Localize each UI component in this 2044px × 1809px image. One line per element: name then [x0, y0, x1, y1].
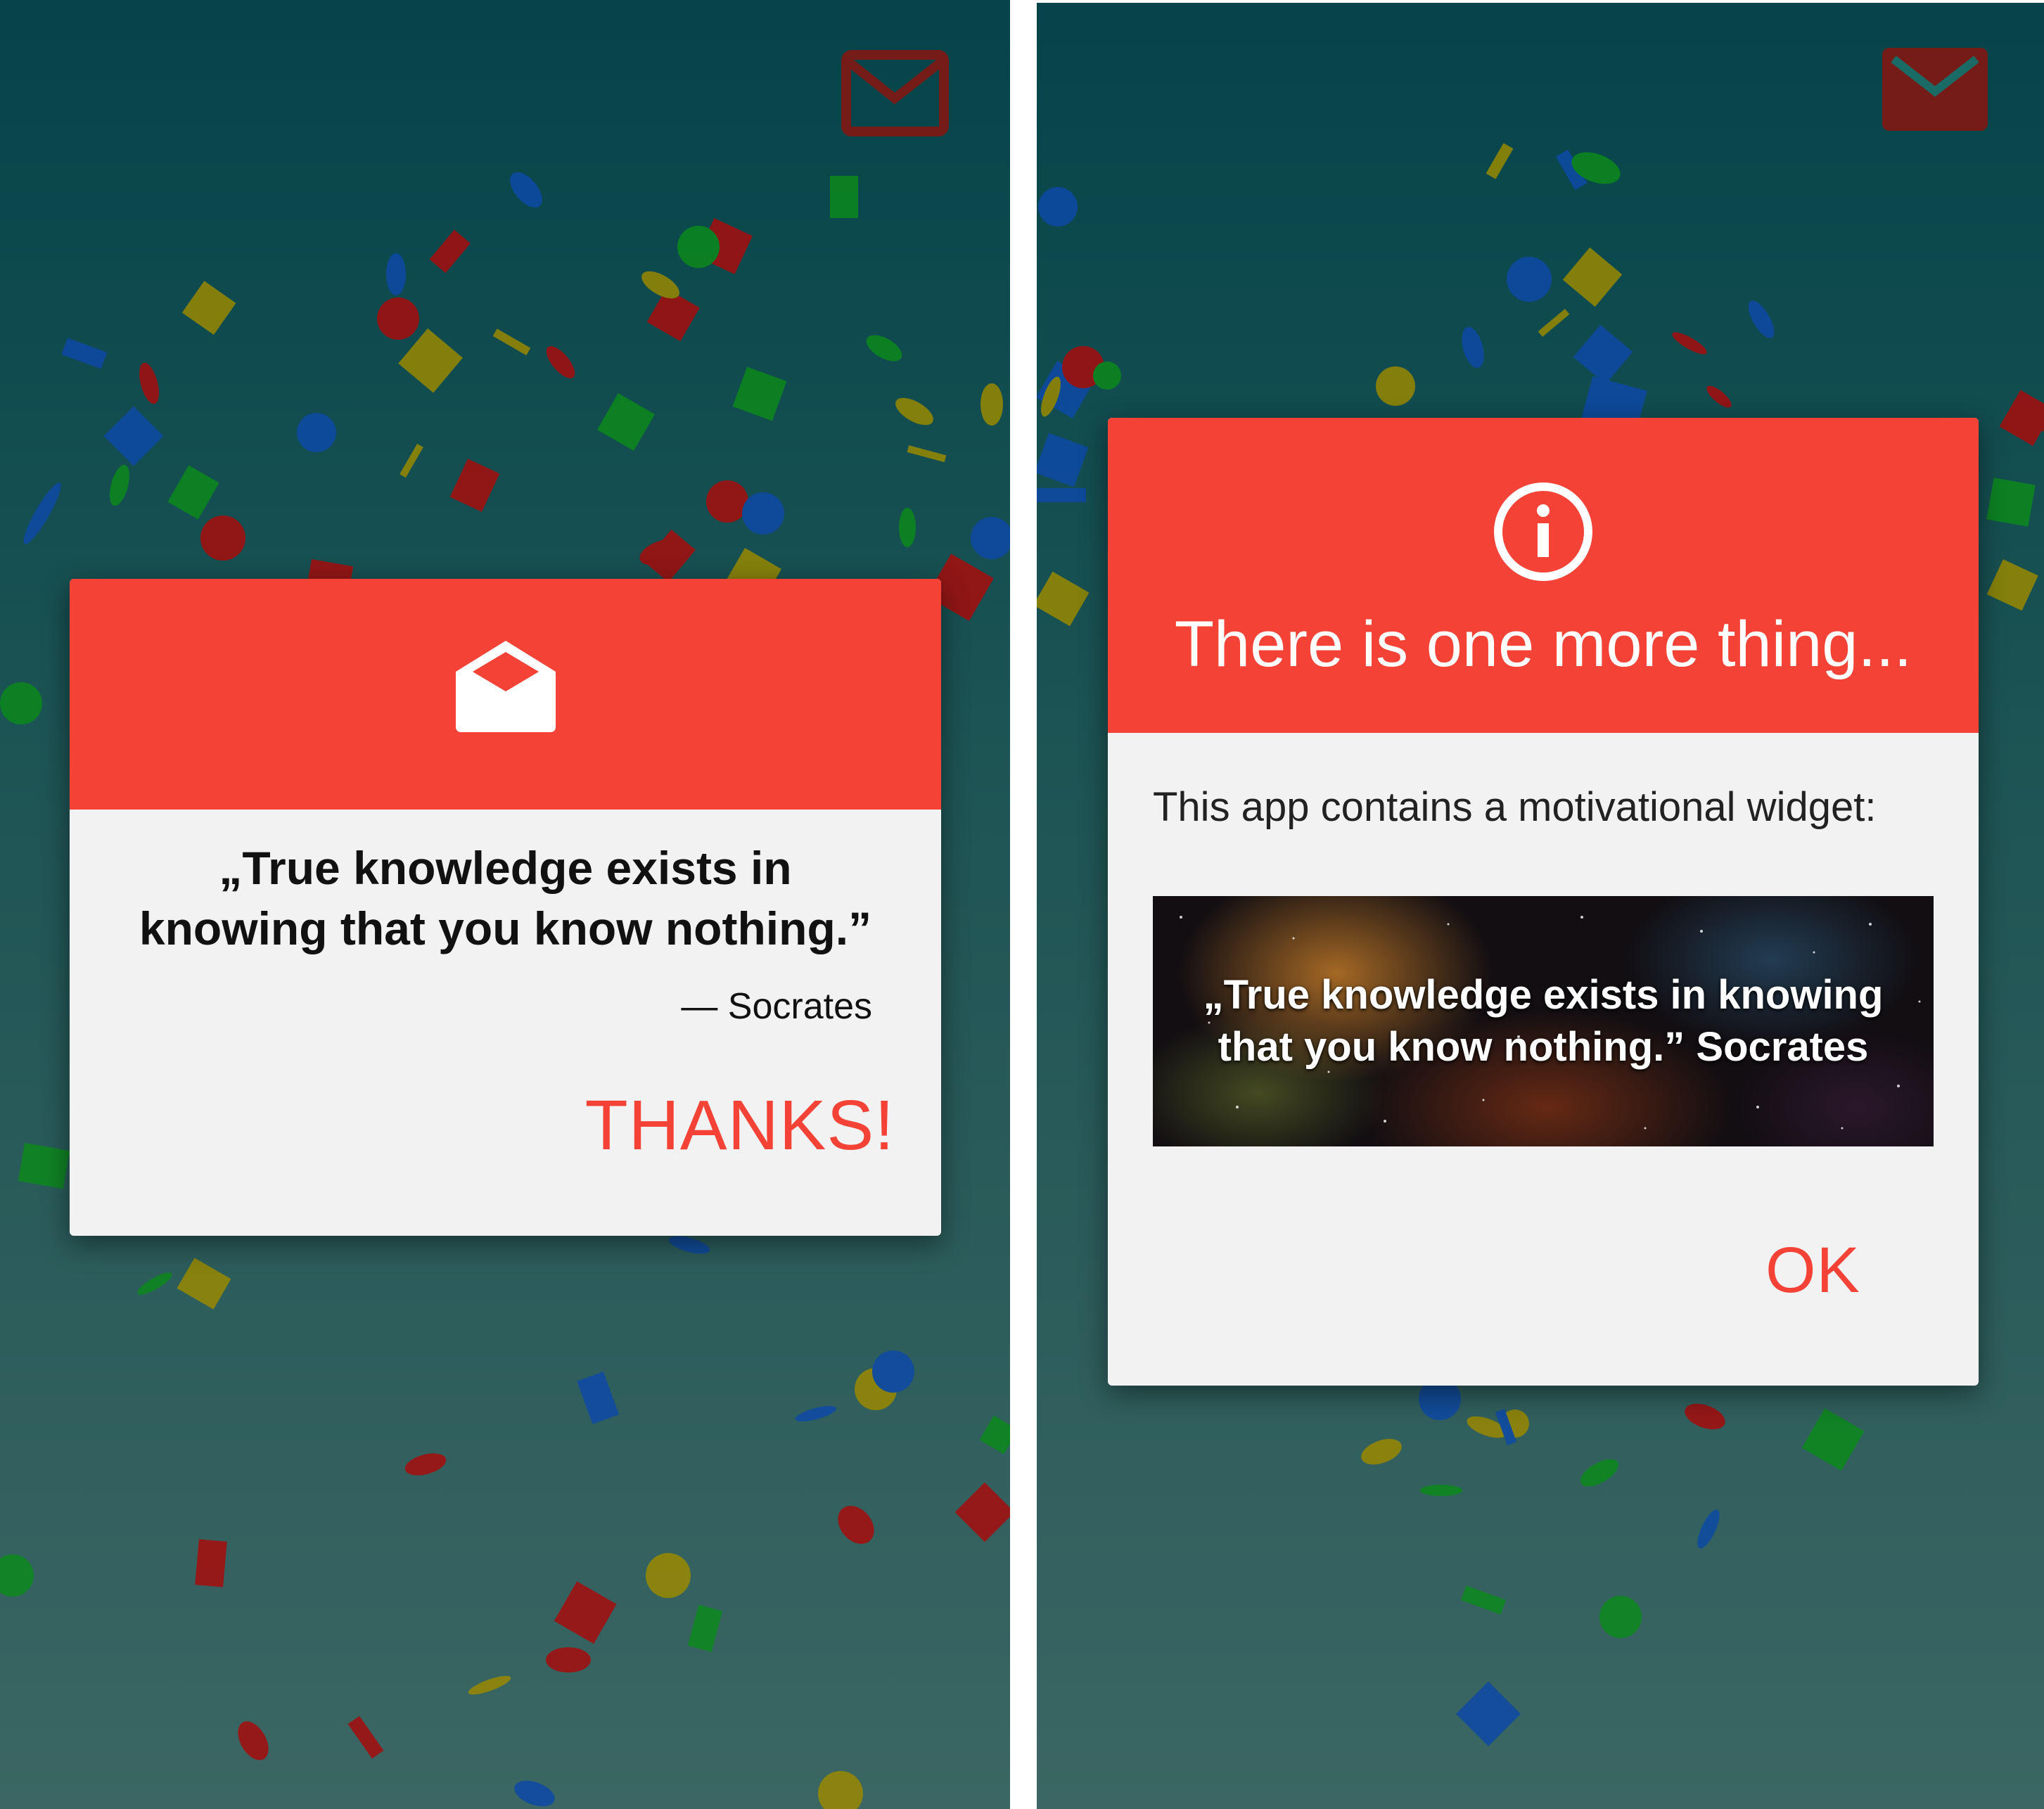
widget-preview: „True knowledge exists in knowing that y…	[1153, 896, 1934, 1146]
mail-icon[interactable]	[841, 49, 950, 137]
widget-quote: „True knowledge exists in knowing that y…	[1203, 972, 1884, 1070]
left-screen: „True knowledge exists in knowing that y…	[0, 0, 1010, 1809]
thanks-button[interactable]: THANKS!	[585, 1085, 895, 1166]
right-screen: There is one more thing... This app cont…	[1037, 3, 2044, 1809]
quote-author: — Socrates	[681, 986, 872, 1027]
dialog-header	[70, 579, 941, 810]
mail-icon[interactable]	[1882, 48, 1988, 131]
quote-dialog: „True knowledge exists in knowing that y…	[70, 579, 941, 1236]
info-dialog: There is one more thing... This app cont…	[1108, 418, 1979, 1386]
info-icon	[1494, 482, 1592, 581]
dialog-header: There is one more thing...	[1108, 418, 1979, 733]
quote-text: „True knowledge exists in knowing that y…	[139, 842, 872, 954]
dialog-message: This app contains a motivational widget:	[1153, 784, 1877, 830]
dialog-title: There is one more thing...	[1174, 608, 1912, 680]
ok-button[interactable]: OK	[1765, 1234, 1860, 1308]
open-envelope-icon	[456, 641, 556, 732]
